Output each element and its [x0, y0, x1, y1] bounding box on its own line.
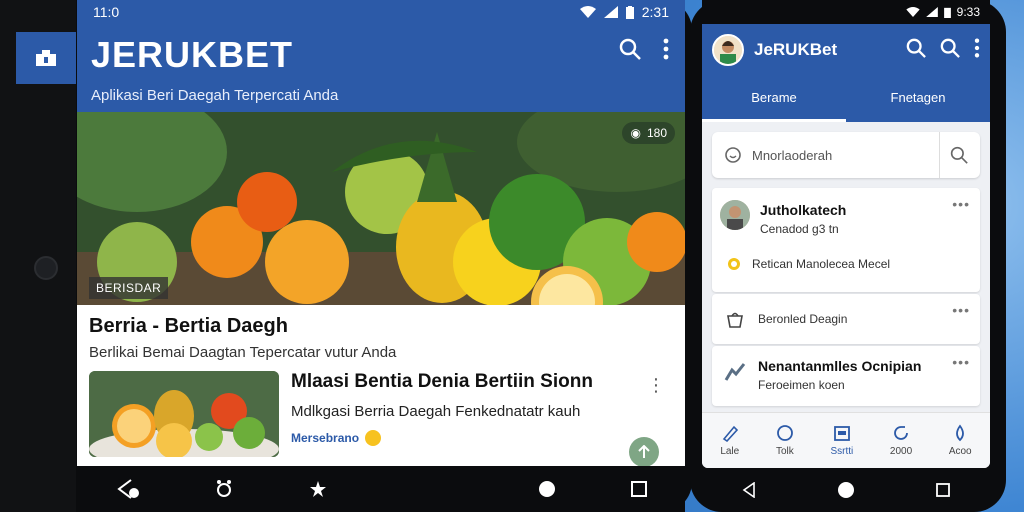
- back-icon[interactable]: [742, 482, 756, 498]
- wifi-icon: [579, 6, 596, 18]
- card-more-icon[interactable]: ⋮: [647, 375, 665, 396]
- post-author: Jutholkatech: [760, 202, 847, 218]
- side-menu-button[interactable]: [16, 32, 76, 84]
- phone-tabs: Berame Fnetagen: [702, 74, 990, 122]
- bag-icon: [727, 312, 743, 328]
- battery-icon: [625, 5, 634, 19]
- article-subtitle: Berlikai Bemai Daagtan Tepercatar vutur …: [89, 344, 397, 361]
- avatar[interactable]: [712, 34, 744, 66]
- refresh-icon: [894, 426, 908, 440]
- divider: [939, 132, 940, 178]
- search-icon[interactable]: [950, 146, 968, 164]
- avatar-image: [720, 200, 750, 230]
- battery-icon: [943, 7, 951, 18]
- card-title: Mlaasi Bentia Denia Bertiin Sionn: [291, 371, 593, 392]
- card-body: Mdlkgasi Berria Daegah Fenkednatatr kauh: [291, 403, 581, 420]
- post-title: Beronled Deagin: [758, 312, 848, 326]
- nav-item-2000[interactable]: 2000: [890, 424, 912, 457]
- more-vert-icon[interactable]: [663, 38, 669, 60]
- search-icon[interactable]: [906, 38, 926, 58]
- post-title: Nenantanmlles Ocnipian: [758, 358, 922, 374]
- search-input[interactable]: Mnorlaoderah: [752, 148, 929, 163]
- emoji-icon: [365, 430, 382, 446]
- search-bar[interactable]: Mnorlaoderah: [712, 132, 980, 178]
- tab-berame[interactable]: Berame: [702, 74, 846, 122]
- nav-item-tolk[interactable]: Tolk: [776, 424, 794, 457]
- card-meta[interactable]: Mersebrano: [291, 431, 359, 445]
- tablet-system-nav: [77, 466, 685, 512]
- app-subtitle: Aplikasi Beri Daegah Terpercati Anda: [91, 87, 339, 104]
- nav-item-lale[interactable]: Lale: [720, 424, 739, 457]
- circle-icon: [776, 425, 793, 441]
- post-meta: Feroeimen koen: [758, 378, 845, 392]
- back-icon[interactable]: [115, 478, 139, 500]
- post-card[interactable]: Beronled Deagin •••: [712, 294, 980, 344]
- wifi-icon: [905, 7, 920, 17]
- post-card[interactable]: Jutholkatech Cenadod g3 tn Retican Manol…: [712, 188, 980, 292]
- chart-icon: [724, 363, 746, 381]
- status-bar: 11:0 2:31: [77, 0, 685, 24]
- phone-status-time: 9:33: [956, 5, 980, 19]
- phone-app-bar: JeRUKBet: [702, 24, 990, 74]
- status-time: 11:0: [93, 4, 120, 20]
- tablet-side-panel: [0, 0, 76, 512]
- card-thumbnail: [89, 371, 279, 457]
- post-more-icon[interactable]: •••: [952, 354, 970, 370]
- drop-icon: [956, 424, 965, 442]
- post-text: Retican Manolecea Mecel: [752, 257, 891, 271]
- search-icon[interactable]: [940, 38, 960, 58]
- phone-status-bar: 9:33: [702, 0, 990, 24]
- article-card[interactable]: Mlaasi Bentia Denia Bertiin Sionn Mdlkga…: [89, 371, 673, 466]
- share-button[interactable]: [629, 437, 659, 466]
- nav-item-acoo[interactable]: Acoo: [949, 424, 972, 457]
- calendar-icon: [833, 426, 850, 441]
- search-icon[interactable]: [619, 38, 641, 60]
- phone-app-title: JeRUKBet: [754, 40, 838, 59]
- post-card[interactable]: Nenantanmlles Ocnipian Feroeimen koen ••…: [712, 346, 980, 406]
- tablet-device: 11:0 2:31 JERUKBET Aplikasi Beri Daegah …: [0, 0, 692, 512]
- hero-image[interactable]: ◉ 180 BERISDAR: [77, 112, 685, 305]
- menu-icon: [36, 50, 56, 66]
- media-badge: ◉ 180: [622, 122, 675, 144]
- pen-icon: [722, 425, 738, 442]
- nav-item-ssrtti[interactable]: Ssrtti: [831, 424, 853, 457]
- emoji-icon: [725, 147, 741, 163]
- phone-system-nav: [702, 468, 990, 512]
- star-icon[interactable]: [309, 480, 327, 498]
- more-vert-icon[interactable]: [974, 38, 980, 58]
- category-tag: BERISDAR: [89, 277, 169, 299]
- article-title[interactable]: Berria - Bertia Daegh: [77, 305, 685, 338]
- camera-icon: ◉: [630, 126, 641, 140]
- phone-screen: 9:33 JeRUKBet Berame Fnetagen Mnorlaoder…: [702, 0, 990, 468]
- post-more-icon[interactable]: •••: [952, 302, 970, 318]
- post-meta: Cenadod g3 tn: [760, 222, 839, 236]
- home-icon[interactable]: [837, 481, 855, 499]
- app-bar: JERUKBET Aplikasi Beri Daegah Terpercati…: [77, 24, 685, 112]
- fruit-thumbnail: [89, 371, 279, 457]
- bottom-nav: Lale Tolk Ssrtti 2000 Acoo: [702, 412, 990, 468]
- status-right-text: 2:31: [641, 4, 669, 20]
- share-icon: [638, 445, 650, 458]
- pet-icon[interactable]: [214, 479, 234, 499]
- home-icon[interactable]: [538, 480, 556, 498]
- avatar-image: [714, 36, 742, 64]
- signal-icon: [603, 6, 618, 18]
- recents-icon[interactable]: [935, 483, 950, 497]
- post-more-icon[interactable]: •••: [952, 196, 970, 212]
- phone-device: 9:33 JeRUKBet Berame Fnetagen Mnorlaoder…: [690, 0, 1006, 512]
- tablet-screen: 11:0 2:31 JERUKBET Aplikasi Beri Daegah …: [77, 0, 685, 466]
- sticker-icon: [728, 258, 740, 270]
- camera: [34, 256, 58, 280]
- signal-icon: [925, 7, 938, 17]
- recents-icon[interactable]: [631, 481, 648, 497]
- tab-fnetagen[interactable]: Fnetagen: [846, 74, 990, 122]
- post-avatar: [720, 200, 750, 230]
- app-title: JERUKBET: [91, 34, 294, 75]
